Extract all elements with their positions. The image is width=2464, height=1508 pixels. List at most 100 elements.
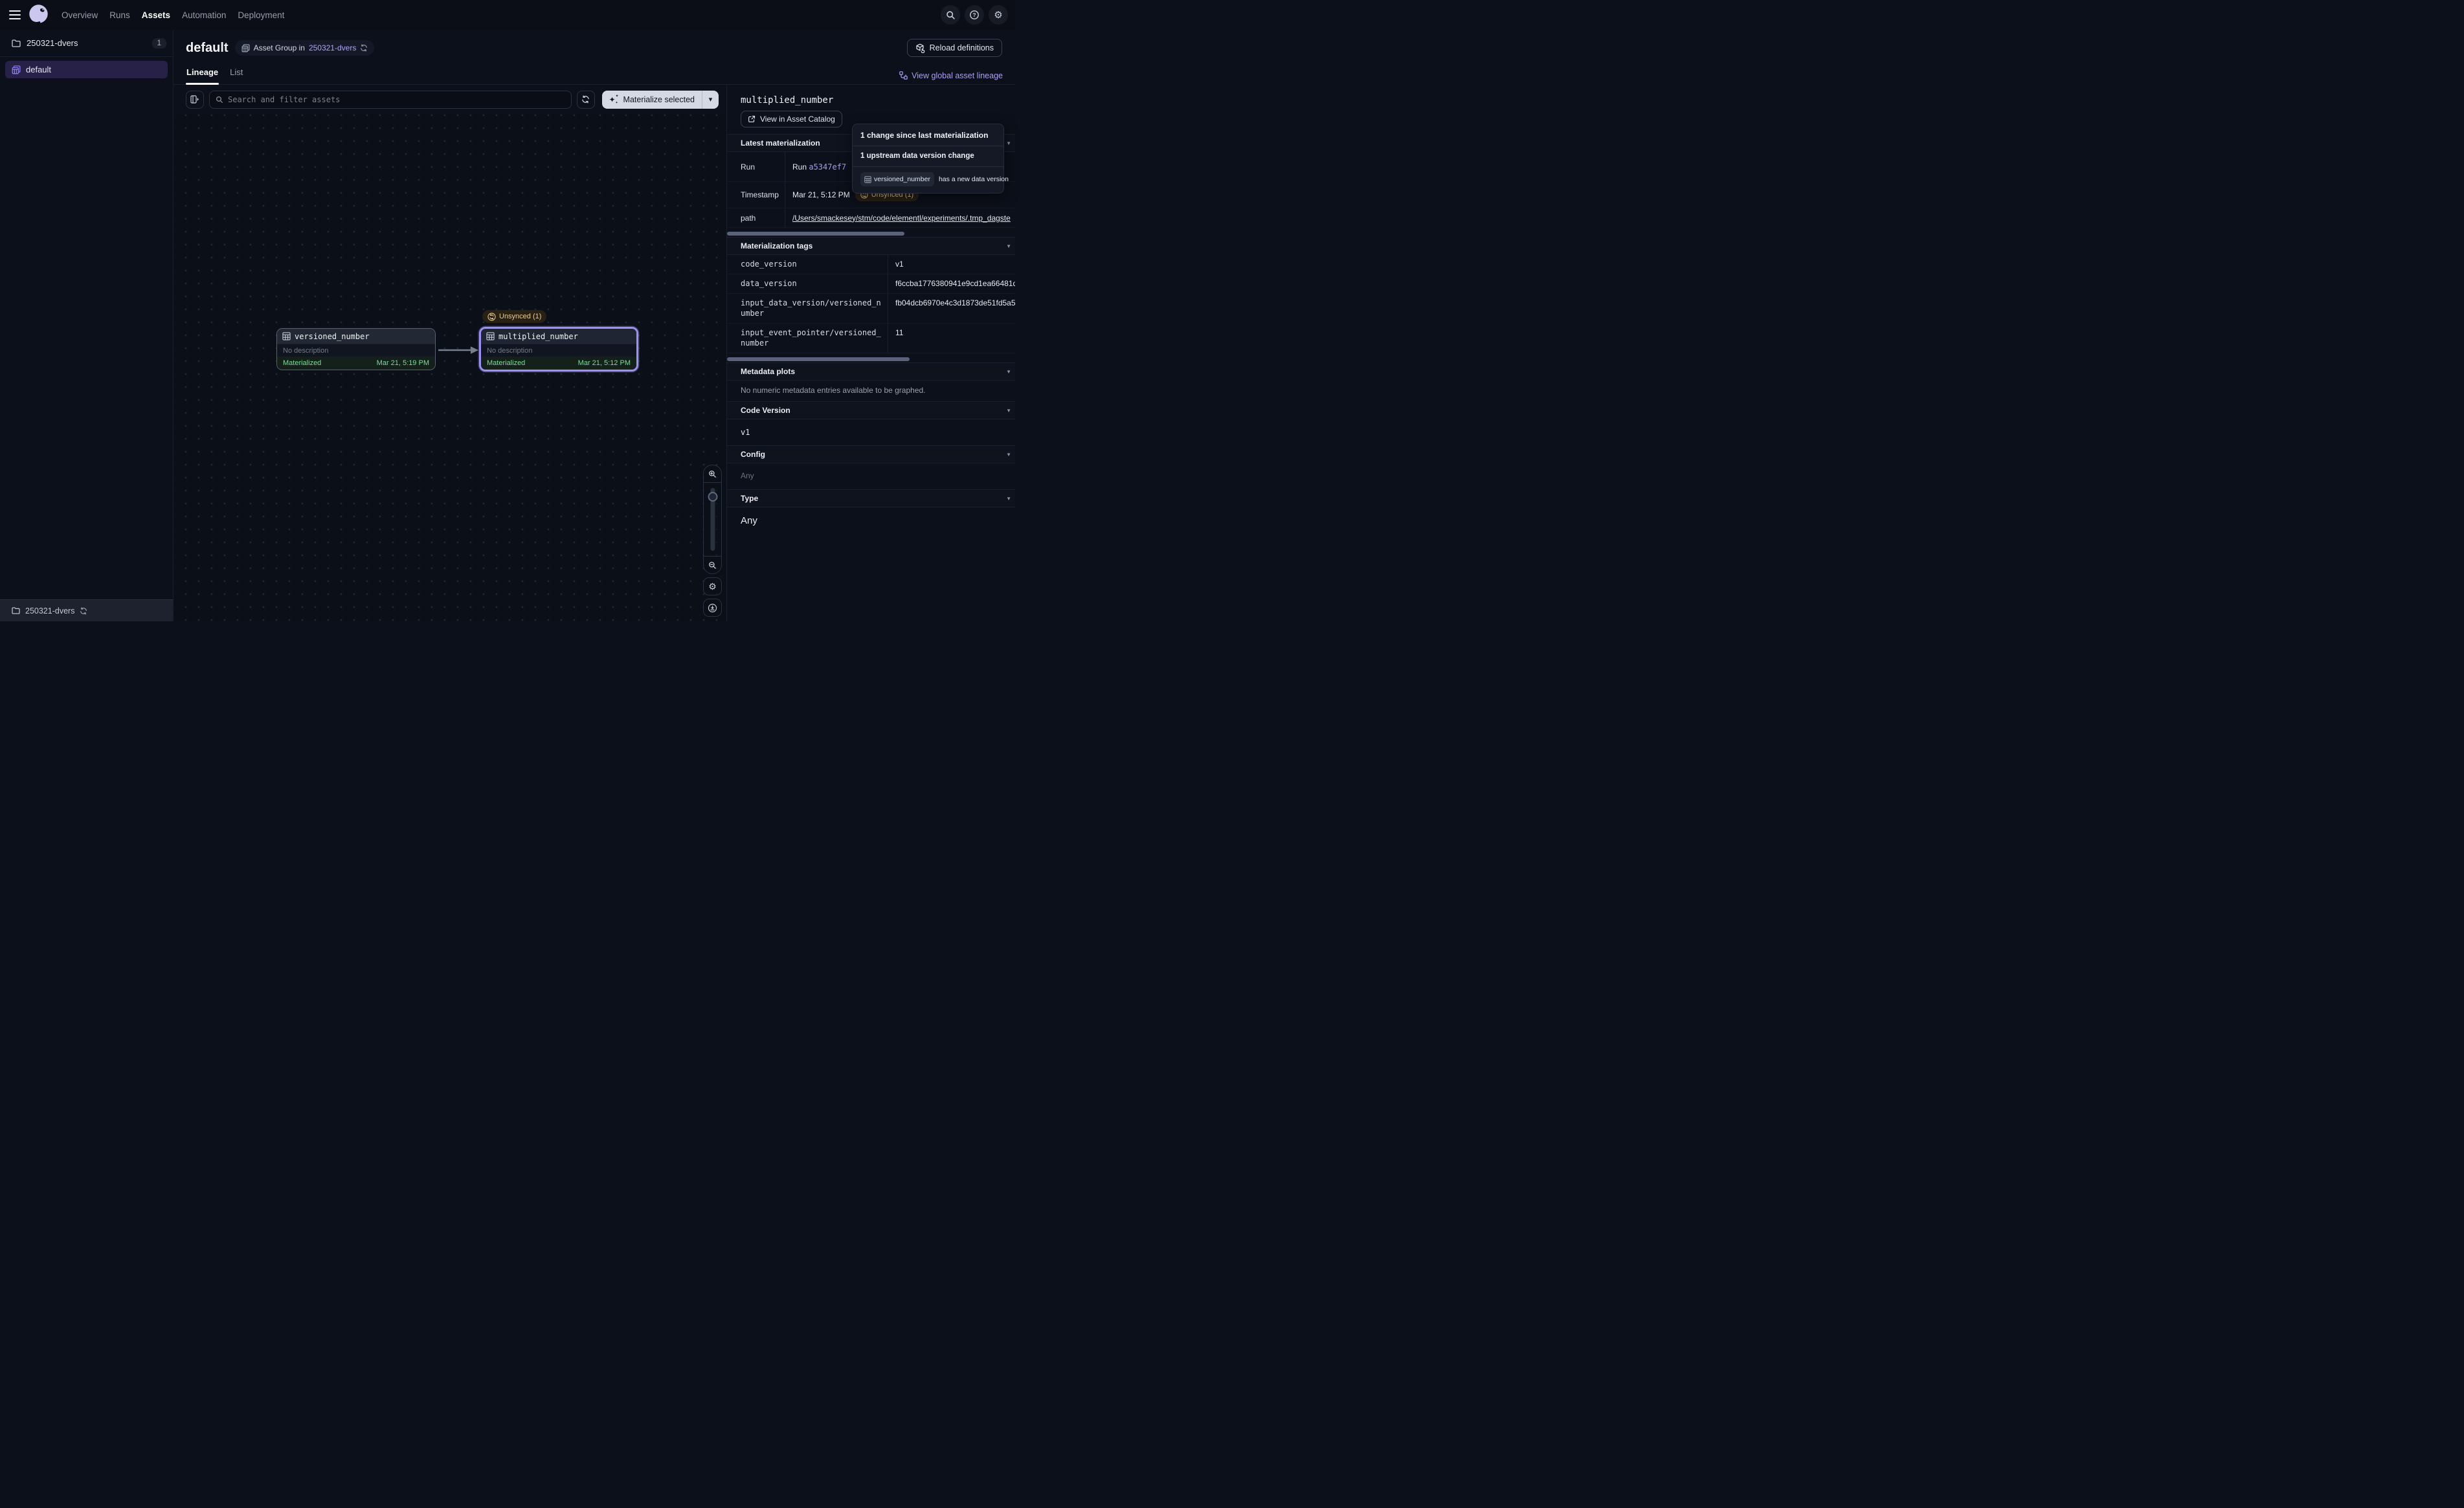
zoom-controls — [703, 465, 722, 574]
folder-icon — [12, 607, 20, 614]
materialized-status: Materialized — [283, 359, 321, 367]
zoom-out-button[interactable] — [704, 556, 721, 573]
graph-settings-button[interactable]: ⚙ — [703, 577, 722, 595]
search-button[interactable] — [941, 5, 960, 25]
nav-item-assets[interactable]: Assets — [142, 10, 170, 20]
chevron-down-icon[interactable]: ▼ — [1006, 496, 1011, 502]
view-in-asset-catalog-label: View in Asset Catalog — [760, 115, 835, 124]
unsynced-badge[interactable]: Unsynced (1) — [482, 310, 546, 323]
view-in-asset-catalog-button[interactable]: View in Asset Catalog — [741, 111, 842, 128]
node-description-row: No description — [481, 344, 636, 357]
run-id-link[interactable]: a5347ef7 — [809, 162, 846, 172]
config-value: Any — [727, 463, 1015, 489]
node-description-row: No description — [277, 344, 435, 357]
node-status-row: Materialized Mar 21, 5:12 PM — [481, 357, 636, 370]
section-materialization-tags[interactable]: Materialization tags ▼ — [727, 237, 1015, 255]
reload-definitions-button[interactable]: Reload definitions — [907, 39, 1002, 57]
group-count-badge: 1 — [152, 38, 166, 49]
changes-popover: 1 change since last materialization 1 up… — [852, 124, 1004, 194]
chevron-down-icon[interactable]: ▼ — [1006, 452, 1011, 458]
sidebar-group-name: 250321-dvers — [27, 38, 78, 48]
reload-cube-icon — [915, 43, 925, 53]
download-graph-button[interactable] — [703, 599, 722, 617]
table-icon — [486, 332, 495, 340]
table-row: input_event_pointer/versioned_number 11 — [727, 324, 1015, 353]
tab-lineage[interactable]: Lineage — [186, 66, 219, 84]
asset-search-box — [209, 91, 572, 109]
nav-item-deployment[interactable]: Deployment — [238, 10, 284, 20]
external-link-icon — [748, 115, 756, 123]
asset-chip-versioned-number[interactable]: versioned_number — [860, 172, 934, 186]
materialized-status: Materialized — [487, 359, 525, 367]
search-icon — [946, 10, 956, 20]
panel-expand-icon — [190, 95, 199, 104]
edge-arrow — [438, 344, 479, 357]
zoom-in-button[interactable] — [704, 465, 721, 483]
unsynced-badge-label: Unsynced (1) — [499, 313, 541, 320]
section-config[interactable]: Config ▼ — [727, 445, 1015, 463]
materialize-selected-split-button: ✦ ✦ ✦ Materialize selected ▾ — [602, 91, 719, 109]
chevron-down-icon[interactable]: ▼ — [1006, 408, 1011, 414]
refresh-icon[interactable] — [80, 607, 87, 615]
zoom-out-icon — [708, 561, 717, 570]
chevron-down-icon[interactable]: ▼ — [1006, 243, 1011, 249]
view-global-lineage-link[interactable]: View global asset lineage — [899, 66, 1003, 84]
code-version-value: v1 — [727, 419, 1015, 445]
asset-node-versioned-number[interactable]: versioned_number No description Material… — [276, 328, 436, 370]
nav-item-overview[interactable]: Overview — [62, 10, 98, 20]
metadata-empty-message: No numeric metadata entries available to… — [727, 381, 1015, 401]
primary-nav: Overview Runs Assets Automation Deployme… — [62, 10, 284, 20]
asset-groups-sidebar: 250321-dvers 1 default 250321-dvers — [0, 30, 174, 621]
nav-item-automation[interactable]: Automation — [182, 10, 226, 20]
search-input[interactable] — [228, 95, 565, 104]
refresh-graph-button[interactable] — [577, 91, 595, 109]
horizontal-scrollbar[interactable] — [727, 357, 910, 361]
section-code-version[interactable]: Code Version ▼ — [727, 401, 1015, 419]
nav-item-runs[interactable]: Runs — [109, 10, 130, 20]
zoom-slider-thumb[interactable] — [708, 492, 717, 502]
chevron-down-icon[interactable]: ▼ — [1006, 140, 1011, 146]
lineage-graph-area: ✦ ✦ ✦ Materialize selected ▾ Unsynced — [174, 85, 726, 621]
sidebar-item-default[interactable]: default — [5, 61, 168, 78]
table-row: data_version f6ccba1776380941e9cd1ea6648… — [727, 274, 1015, 294]
lineage-canvas[interactable]: Unsynced (1) versioned_number No descrip… — [174, 114, 726, 621]
badge-repo-link[interactable]: 250321-dvers — [309, 43, 356, 52]
asset-node-multiplied-number[interactable]: multiplied_number No description Materia… — [479, 327, 638, 371]
open-sidebar-panel-button[interactable] — [186, 91, 204, 109]
caret-down-icon: ▾ — [709, 95, 713, 104]
settings-button[interactable]: ⚙ — [989, 5, 1008, 25]
table-row: path /Users/smackesey/stm/code/elementl/… — [727, 208, 1015, 228]
path-link[interactable]: /Users/smackesey/stm/code/elementl/exper… — [792, 214, 1011, 223]
asset-group-badge[interactable]: Asset Group in 250321-dvers — [235, 40, 375, 56]
help-button[interactable]: ? — [965, 5, 984, 25]
page-title: default — [186, 41, 229, 56]
help-icon: ? — [969, 10, 980, 20]
sidebar-group-row[interactable]: 250321-dvers 1 — [0, 30, 173, 57]
sync-icon — [487, 313, 496, 321]
node-status-row: Materialized Mar 21, 5:19 PM — [277, 357, 435, 370]
hamburger-menu-icon[interactable] — [9, 10, 21, 19]
zoom-slider[interactable] — [704, 483, 721, 556]
view-tabs: Lineage List View global asset lineage — [174, 66, 1015, 85]
gear-icon: ⚙ — [994, 10, 1002, 20]
dagster-logo-icon[interactable] — [27, 3, 50, 27]
section-type[interactable]: Type ▼ — [727, 489, 1015, 507]
horizontal-scrollbar[interactable] — [727, 232, 904, 236]
lineage-graph-icon — [899, 71, 908, 80]
download-icon — [708, 603, 717, 613]
table-row: code_version v1 — [727, 255, 1015, 274]
materialize-selected-button[interactable]: ✦ ✦ ✦ Materialize selected — [602, 91, 702, 109]
sidebar-footer-repo[interactable]: 250321-dvers — [0, 599, 173, 621]
materialize-dropdown-button[interactable]: ▾ — [702, 91, 719, 109]
tab-list[interactable]: List — [229, 66, 243, 84]
section-metadata-plots[interactable]: Metadata plots ▼ — [727, 362, 1015, 381]
sidebar-item-label: default — [26, 65, 51, 74]
table-icon — [282, 332, 291, 340]
zoom-in-icon — [708, 470, 717, 478]
chevron-down-icon[interactable]: ▼ — [1006, 369, 1011, 375]
sparkles-icon: ✦ ✦ ✦ — [609, 94, 619, 105]
view-global-lineage-label: View global asset lineage — [912, 71, 1003, 80]
refresh-icon[interactable] — [360, 44, 368, 52]
asset-chip-label: versioned_number — [874, 175, 930, 183]
badge-prefix: Asset Group in — [254, 43, 305, 52]
